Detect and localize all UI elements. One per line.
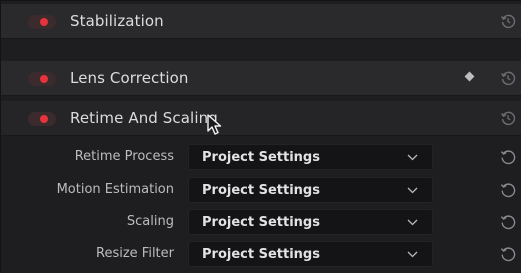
dropdown-value: Project Settings — [202, 150, 320, 165]
toggle-on-indicator — [40, 115, 48, 123]
section-retime-and-scaling[interactable]: Retime And Scaling — [1, 101, 521, 136]
property-label: Scaling — [126, 214, 174, 229]
keyframe-diamond-icon[interactable] — [464, 71, 475, 82]
motion-estimation-dropdown[interactable]: Project Settings — [188, 177, 433, 203]
reset-icon[interactable] — [498, 212, 518, 236]
mouse-cursor-icon — [207, 114, 222, 135]
chevron-down-icon — [407, 251, 418, 258]
toggle-on-indicator — [40, 75, 48, 83]
reset-icon[interactable] — [498, 180, 518, 204]
chevron-down-icon — [407, 154, 418, 161]
property-label: Resize Filter — [96, 246, 174, 261]
toggle-on-indicator — [40, 18, 48, 26]
retime-scaling-enable-toggle[interactable] — [28, 112, 56, 126]
section-title[interactable]: Stabilization — [70, 12, 164, 30]
property-row-motion-estimation: Motion Estimation Project Settings — [1, 176, 521, 204]
retime-process-dropdown[interactable]: Project Settings — [188, 144, 433, 170]
section-title[interactable]: Retime And Scaling — [70, 109, 218, 127]
property-row-retime-process: Retime Process Project Settings — [1, 143, 521, 171]
reset-icon[interactable] — [498, 147, 518, 171]
section-stabilization[interactable]: Stabilization — [1, 4, 521, 39]
reset-icon[interactable] — [498, 11, 518, 31]
inspector-panel: Stabilization Lens Correction Retime And… — [0, 0, 521, 273]
property-row-resize-filter: Resize Filter Project Settings — [1, 240, 521, 268]
dropdown-value: Project Settings — [202, 215, 320, 230]
property-label: Retime Process — [74, 149, 174, 164]
scaling-dropdown[interactable]: Project Settings — [188, 209, 433, 235]
chevron-down-icon — [407, 187, 418, 194]
section-lens-correction[interactable]: Lens Correction — [1, 61, 521, 96]
reset-icon[interactable] — [498, 244, 518, 268]
lens-correction-enable-toggle[interactable] — [28, 72, 56, 86]
property-label: Motion Estimation — [56, 182, 174, 197]
resize-filter-dropdown[interactable]: Project Settings — [188, 241, 433, 267]
chevron-down-icon — [407, 219, 418, 226]
stabilization-enable-toggle[interactable] — [28, 15, 56, 29]
section-title[interactable]: Lens Correction — [70, 69, 189, 87]
reset-icon[interactable] — [498, 108, 518, 128]
dropdown-value: Project Settings — [202, 183, 320, 198]
reset-icon[interactable] — [498, 68, 518, 88]
dropdown-value: Project Settings — [202, 247, 320, 262]
property-row-scaling: Scaling Project Settings — [1, 208, 521, 236]
